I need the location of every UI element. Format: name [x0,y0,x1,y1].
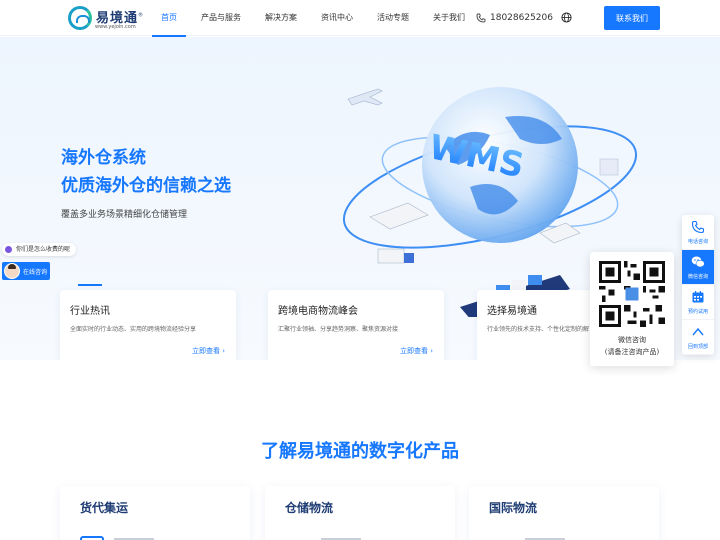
side-item-back-to-top[interactable]: 回到顶部 [682,320,714,355]
phone-icon [476,13,486,23]
logo-mark-icon [68,6,92,30]
main-nav: 首页 产品与服务 解决方案 资讯中心 活动专题 关于我们 [152,0,480,37]
contact-us-button[interactable]: 联系我们 [604,6,660,30]
nav-item-about[interactable]: 关于我们 [424,0,474,36]
nav-item-solutions[interactable]: 解决方案 [256,0,306,36]
agent-avatar [4,263,20,279]
product-card-freight[interactable]: 货代集运 [60,486,250,540]
side-item-label: 电话咨询 [687,239,708,245]
nav-item-events[interactable]: 活动专题 [368,0,418,36]
chevron-right-icon: › [430,347,433,355]
wechat-qr-popup: 微信咨询 (请备注咨询产品) [590,252,674,366]
side-item-label: 预约试用 [687,309,708,315]
nav-item-home[interactable]: 首页 [152,0,186,37]
side-item-label: 回到顶部 [687,344,708,350]
card-description: 行业领先的技术支持、个性化定制的解 [487,326,590,333]
nav-item-products[interactable]: 产品与服务 [192,0,250,36]
product-icon [80,536,104,540]
product-title: 仓储物流 [285,501,334,515]
qr-code-icon [599,261,665,327]
side-item-label: 微信咨询 [687,274,708,280]
hero-title: 海外仓系统 [61,148,146,168]
wechat-icon [691,256,705,268]
logo-registered-mark: ® [138,12,145,19]
product-title: 货代集运 [80,501,129,515]
card-title: 行业热讯 [70,306,110,317]
chat-prompt-bubble[interactable]: 你们是怎么收费的呢 [2,243,77,256]
calendar-icon [692,291,704,303]
phone-icon [691,220,705,234]
card-description: 全面实时的行业动态、实用的跨境物流经验分享 [70,326,197,333]
globe-icon[interactable] [561,12,572,23]
card-description: 汇聚行业领袖、分享趋势洞察、聚焦资源对接 [278,326,399,333]
card-view-link[interactable]: 立即查看 › [400,346,433,356]
hero-description: 覆盖多业务场景精细化仓储管理 [61,210,188,220]
chevron-right-icon: › [222,347,225,355]
side-item-trial[interactable]: 预约试用 [682,285,714,320]
logo-url: www.yejoin.com [95,24,136,30]
floating-toolbar: 电话咨询 微信咨询 预约试用 回到顶部 [682,215,714,355]
section-title: 了解易境通的数字化产品 [261,441,459,462]
phone-number: 18028625206 [490,13,553,23]
carousel-indicator[interactable] [78,284,102,286]
nav-item-news[interactable]: 资讯中心 [312,0,362,36]
product-card-warehouse[interactable]: 仓储物流 [265,486,455,540]
qr-subtitle: (请备注咨询产品) [604,348,660,356]
hero-subtitle: 优质海外仓的信赖之选 [61,176,231,196]
online-consult-button[interactable]: 在线咨询 [2,262,50,280]
card-view-link[interactable]: 立即查看 › [192,346,225,356]
arrow-up-icon [692,327,704,336]
card-title: 跨境电商物流峰会 [278,306,358,317]
qr-title: 微信咨询 [618,336,646,344]
product-title: 国际物流 [489,501,538,515]
header-phone[interactable]: 18028625206 [476,11,553,25]
card-title: 选择易境通 [487,306,537,317]
product-card-international[interactable]: 国际物流 [469,486,659,540]
card-industry-news[interactable]: 行业热讯 全面实时的行业动态、实用的跨境物流经验分享 立即查看 › [60,290,236,360]
site-header: 易境通® www.yejoin.com 首页 产品与服务 解决方案 资讯中心 活… [0,0,720,37]
online-consult-label: 在线咨询 [23,269,48,276]
side-item-phone[interactable]: 电话咨询 [682,215,714,250]
side-item-wechat[interactable]: 微信咨询 [682,250,714,285]
logo[interactable]: 易境通® www.yejoin.com [68,6,150,32]
card-summit[interactable]: 跨境电商物流峰会 汇聚行业领袖、分享趋势洞察、聚焦资源对接 立即查看 › [268,290,444,360]
